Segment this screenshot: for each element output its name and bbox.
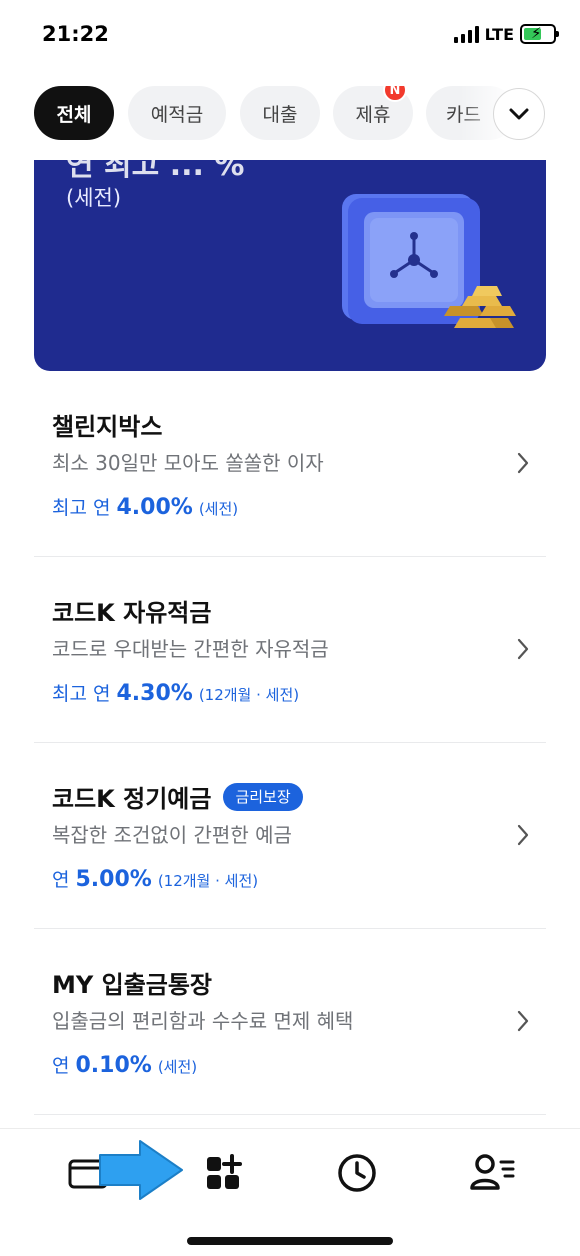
- product-title: MY 입출금통장: [52, 971, 213, 999]
- status-time: 21:22: [42, 22, 109, 46]
- product-description: 복잡한 조건없이 간편한 예금: [52, 823, 292, 847]
- product-item-codek-free-savings[interactable]: 코드K 자유적금 코드로 우대받는 간편한 자유적금 최고 연 4.30% (1…: [34, 557, 546, 743]
- promo-banner[interactable]: 연 최고 ... % (세전): [34, 160, 546, 371]
- rate-value: 5.00%: [75, 867, 152, 892]
- banner-headline: 연 최고 ... %: [66, 160, 245, 183]
- rate-prefix: 최고 연: [52, 497, 111, 519]
- product-rate: 최고 연 4.30% (12개월 · 세전): [52, 679, 299, 706]
- network-label: LTE: [484, 24, 514, 44]
- chevron-down-icon: [509, 108, 529, 120]
- chip-deposit-savings[interactable]: 예적금: [128, 86, 226, 140]
- product-list: 챌린지박스 최소 30일만 모아도 쏠쏠한 이자 최고 연 4.00% (세전)…: [34, 371, 546, 1115]
- nav-history[interactable]: [335, 1151, 379, 1195]
- rate-prefix: 연: [52, 869, 70, 891]
- category-chips: 전체 예적금 대출 제휴 N 카드: [0, 86, 580, 142]
- chevron-right-icon: [517, 824, 529, 846]
- rate-condition: (12개월 · 세전): [198, 686, 300, 704]
- rate-prefix: 연: [52, 1055, 70, 1077]
- chevron-right-icon: [517, 638, 529, 660]
- chevron-right-icon: [517, 452, 529, 474]
- rate-condition: (세전): [198, 500, 239, 518]
- nav-products[interactable]: [201, 1151, 245, 1195]
- product-title: 코드K 정기예금: [52, 785, 212, 813]
- rate-guarantee-tag: 금리보장: [223, 782, 303, 811]
- rate-prefix: 최고 연: [52, 683, 111, 705]
- profile-menu-icon: [470, 1154, 515, 1190]
- bottom-nav: [0, 1128, 580, 1256]
- expand-categories-button[interactable]: [493, 88, 545, 140]
- product-item-my-checking-account[interactable]: MY 입출금통장 입출금의 편리함과 수수료 면제 혜택 연 0.10% (세전…: [34, 929, 546, 1115]
- chip-label: 전체: [56, 103, 92, 126]
- product-title: 코드K 자유적금: [52, 599, 212, 627]
- product-rate: 연 0.10% (세전): [52, 1051, 197, 1078]
- chip-loan[interactable]: 대출: [240, 86, 320, 140]
- signal-icon: [453, 25, 479, 43]
- product-rate: 최고 연 4.00% (세전): [52, 493, 238, 520]
- products-add-icon: [207, 1154, 242, 1189]
- product-title: 챌린지박스: [52, 413, 163, 441]
- rate-condition: (12개월 · 세전): [157, 872, 259, 890]
- chevron-right-icon: [517, 1010, 529, 1032]
- product-description: 코드로 우대받는 간편한 자유적금: [52, 637, 329, 661]
- battery-icon: ⚡: [520, 24, 559, 44]
- banner-note: (세전): [66, 186, 122, 210]
- product-rate: 연 5.00% (12개월 · 세전): [52, 865, 258, 892]
- chip-label: 제휴: [355, 103, 391, 126]
- safe-illustration: [342, 194, 516, 328]
- status-bar: 21:22 LTE ⚡: [0, 0, 580, 70]
- rate-value: 4.00%: [116, 495, 193, 520]
- nav-profile[interactable]: [468, 1151, 518, 1195]
- chip-all[interactable]: 전체: [34, 86, 114, 140]
- product-description: 입출금의 편리함과 수수료 면제 혜택: [52, 1009, 354, 1033]
- product-item-challenge-box[interactable]: 챌린지박스 최소 30일만 모아도 쏠쏠한 이자 최고 연 4.00% (세전): [34, 371, 546, 557]
- chip-partnership[interactable]: 제휴 N: [333, 86, 413, 140]
- hint-arrow-icon: [99, 1140, 183, 1200]
- chip-label: 예적금: [150, 103, 204, 126]
- rate-value: 0.10%: [75, 1053, 152, 1078]
- rate-value: 4.30%: [116, 681, 193, 706]
- product-item-codek-time-deposit[interactable]: 코드K 정기예금 금리보장 복잡한 조건없이 간편한 예금 연 5.00% (1…: [34, 743, 546, 929]
- home-indicator: [187, 1237, 393, 1245]
- chip-label: 대출: [262, 103, 298, 126]
- status-indicators: LTE ⚡: [453, 24, 559, 44]
- product-description: 최소 30일만 모아도 쏠쏠한 이자: [52, 451, 324, 475]
- history-clock-icon: [338, 1154, 376, 1192]
- rate-condition: (세전): [157, 1058, 198, 1076]
